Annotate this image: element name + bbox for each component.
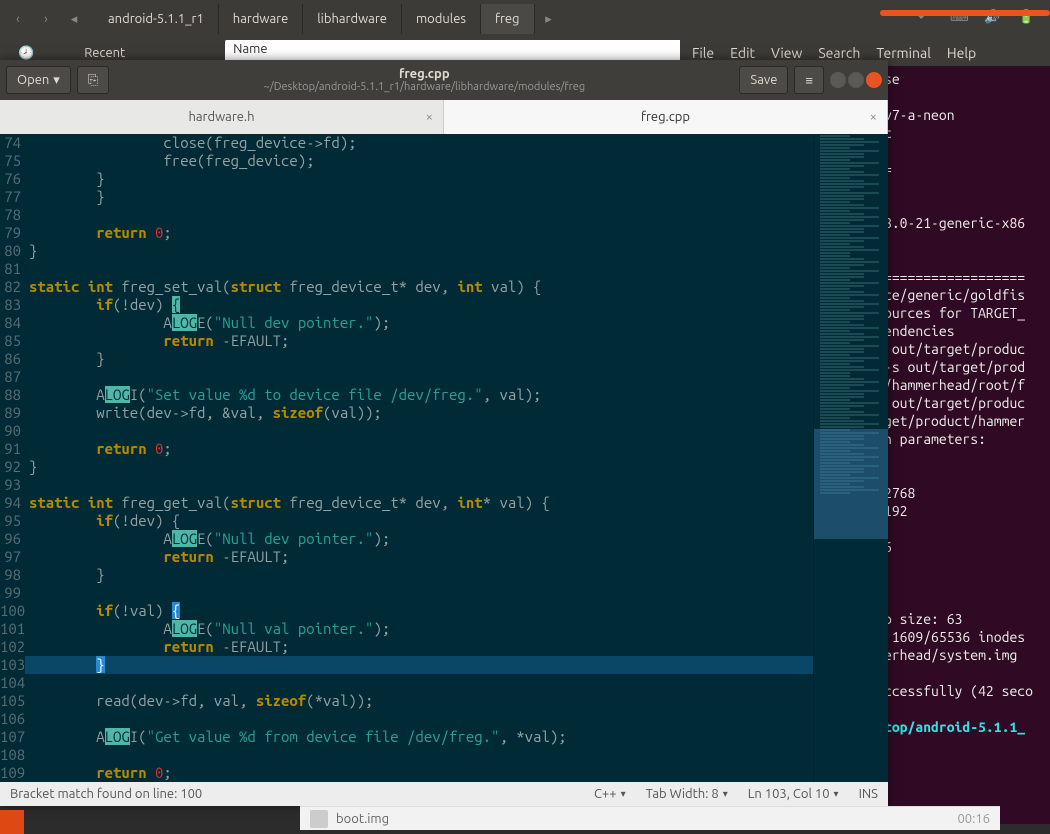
code-content[interactable]: close(freg_device->fd); free(freg_device… xyxy=(25,134,813,782)
launcher-corner[interactable] xyxy=(0,810,24,834)
disk-icon xyxy=(310,810,328,828)
open-button[interactable]: Open▾ xyxy=(6,66,71,94)
status-bar: Bracket match found on line: 100 C++ Tab… xyxy=(0,782,888,806)
menu-help[interactable]: Help xyxy=(941,43,982,63)
breadcrumb: android-5.1.1_r1 hardware libhardware mo… xyxy=(94,4,916,34)
code-area[interactable]: 7475767778798081828384858687888990919293… xyxy=(0,134,888,782)
hamburger-button[interactable]: ≡ xyxy=(794,66,824,94)
crumb-more[interactable]: ▸ xyxy=(535,5,563,33)
crumb-4[interactable]: freg xyxy=(481,4,535,34)
line-gutter: 7475767778798081828384858687888990919293… xyxy=(0,134,25,782)
panel-selection xyxy=(880,10,1050,16)
minimap-viewport[interactable] xyxy=(814,429,888,539)
status-message: Bracket match found on line: 100 xyxy=(10,787,202,801)
minimize-button[interactable] xyxy=(830,72,846,88)
crumb-0[interactable]: android-5.1.1_r1 xyxy=(94,4,219,34)
nav-forward-button[interactable]: › xyxy=(32,5,60,33)
tab-width-selector[interactable]: Tab Width: 8 xyxy=(646,787,728,801)
tab-hardware-h[interactable]: hardware.h × xyxy=(0,100,444,134)
close-icon[interactable]: × xyxy=(426,110,433,124)
crumb-3[interactable]: modules xyxy=(402,4,481,34)
editor-tabs: hardware.h × freg.cpp × xyxy=(0,100,888,134)
crumb-2[interactable]: libhardware xyxy=(303,4,402,34)
minimap[interactable] xyxy=(813,134,888,782)
recent-label[interactable]: Recent xyxy=(84,46,125,60)
terminal-output[interactable]: sev7-a-neont=8.0-21-generic-x86=========… xyxy=(880,66,1050,824)
maximize-button[interactable] xyxy=(848,72,864,88)
save-button[interactable]: Save xyxy=(739,66,788,94)
clock-icon: 🕗 xyxy=(18,46,34,61)
file-name: boot.img xyxy=(336,812,389,826)
nav-back-button[interactable]: ‹ xyxy=(4,5,32,33)
crumb-1[interactable]: hardware xyxy=(219,4,303,34)
insert-mode[interactable]: INS xyxy=(859,787,878,801)
cursor-position[interactable]: Ln 103, Col 10 xyxy=(748,787,839,801)
language-selector[interactable]: C++ xyxy=(594,787,626,801)
close-button[interactable] xyxy=(866,72,882,88)
close-icon[interactable]: × xyxy=(870,110,877,124)
window-title: freg.cpp ~/Desktop/android-5.1.1_r1/hard… xyxy=(115,67,733,93)
tab-freg-cpp[interactable]: freg.cpp × xyxy=(444,100,888,134)
file-row[interactable]: boot.img 00:16 xyxy=(300,806,1000,830)
new-tab-button[interactable]: ⎘ xyxy=(77,66,109,94)
window-controls xyxy=(830,72,882,88)
gedit-header[interactable]: Open▾ ⎘ freg.cpp ~/Desktop/android-5.1.1… xyxy=(0,60,888,100)
path-bar: ‹ › ◂ android-5.1.1_r1 hardware libhardw… xyxy=(0,0,1050,38)
gedit-window: Open▾ ⎘ freg.cpp ~/Desktop/android-5.1.1… xyxy=(0,60,888,806)
nav-up-button[interactable]: ◂ xyxy=(60,5,88,33)
file-time: 00:16 xyxy=(957,812,990,826)
